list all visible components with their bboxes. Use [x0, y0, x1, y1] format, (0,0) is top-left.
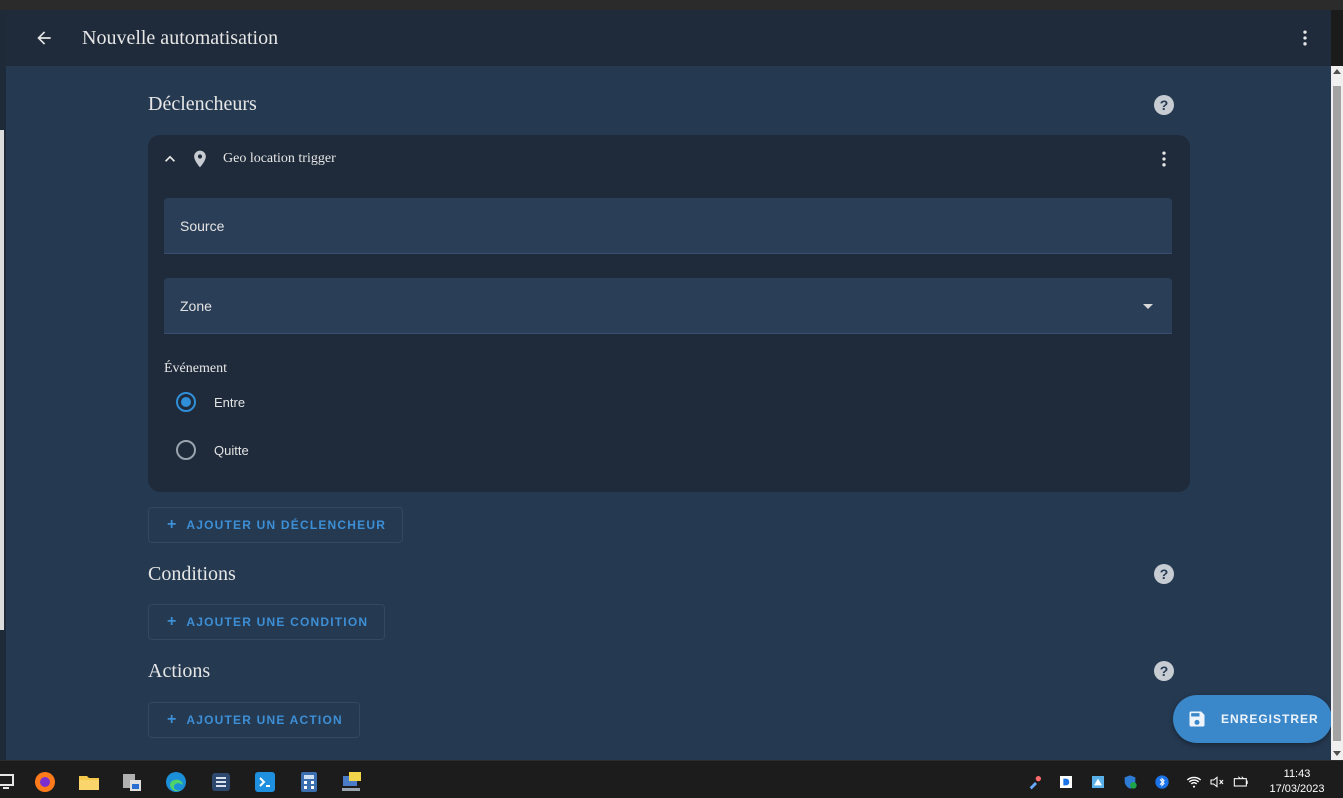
- speaker-muted-icon[interactable]: [1209, 774, 1225, 790]
- security-app-icon[interactable]: [120, 770, 144, 794]
- scrollbar-thumb[interactable]: [1333, 86, 1341, 741]
- add-trigger-button[interactable]: + AJOUTER UN DÉCLENCHEUR: [148, 507, 404, 543]
- trigger-card-title: Geo location trigger: [223, 151, 336, 166]
- dropdown-caret-icon: [1143, 304, 1153, 309]
- taskbar: 11:43 17/03/2023: [0, 760, 1343, 798]
- save-button[interactable]: ENREGISTRER: [1173, 695, 1331, 743]
- back-button[interactable]: [16, 10, 72, 66]
- wifi-icon[interactable]: [1186, 774, 1202, 790]
- zone-select[interactable]: Zone: [164, 278, 1172, 334]
- source-field-label: Source: [180, 218, 225, 234]
- zone-select-label: Zone: [180, 298, 212, 314]
- plus-icon: +: [167, 516, 177, 533]
- page-title: Nouvelle automatisation: [82, 26, 279, 49]
- radio-option-entre[interactable]: Entre: [176, 390, 245, 414]
- tray-app-icon[interactable]: [1027, 774, 1043, 790]
- vertical-scrollbar[interactable]: [1331, 66, 1343, 760]
- trigger-card: Geo location trigger Source Zone Événeme…: [148, 135, 1190, 492]
- actions-section-title: Actions: [148, 660, 211, 682]
- edge-icon[interactable]: [164, 770, 188, 794]
- arrow-left-icon: [37, 31, 51, 45]
- radio-label-quitte: Quitte: [214, 442, 249, 458]
- left-edge-bar: [0, 130, 4, 630]
- dots-vertical-icon: [1303, 30, 1307, 46]
- bluetooth-icon[interactable]: [1154, 774, 1170, 790]
- main-content: Déclencheurs ? Geo location trigger Sour…: [6, 66, 1331, 760]
- window-top-strip: [0, 0, 1343, 10]
- trigger-card-menu-button[interactable]: [1152, 147, 1176, 171]
- scroll-up-arrow-icon[interactable]: [1333, 69, 1341, 74]
- conditions-help-icon[interactable]: ?: [1154, 564, 1174, 584]
- source-field[interactable]: Source: [164, 198, 1172, 254]
- actions-help-icon[interactable]: ?: [1154, 661, 1174, 681]
- radio-button-unchecked[interactable]: [176, 440, 196, 460]
- battery-charging-icon[interactable]: [1233, 774, 1249, 790]
- radio-option-quitte[interactable]: Quitte: [176, 438, 249, 462]
- virtualbox-icon[interactable]: [209, 770, 233, 794]
- app-bar: Nouvelle automatisation: [6, 10, 1331, 66]
- chevron-up-icon[interactable]: [160, 149, 180, 169]
- add-action-label: AJOUTER UNE ACTION: [186, 713, 343, 727]
- add-condition-label: AJOUTER UNE CONDITION: [186, 615, 369, 629]
- firefox-icon[interactable]: [33, 770, 57, 794]
- tray-d-icon[interactable]: [1058, 774, 1074, 790]
- dots-vertical-icon: [1162, 151, 1166, 167]
- clock-date: 17/03/2023: [1269, 783, 1325, 795]
- network-app-icon[interactable]: [340, 770, 364, 794]
- scroll-down-arrow-icon[interactable]: [1333, 751, 1341, 756]
- radio-button-checked[interactable]: [176, 392, 196, 412]
- desktop-icon[interactable]: [0, 770, 20, 794]
- radio-label-entre: Entre: [214, 394, 246, 410]
- vscode-icon[interactable]: [253, 770, 277, 794]
- content-save-icon: [1189, 711, 1205, 727]
- triggers-section-title: Déclencheurs: [148, 93, 257, 115]
- shield-check-icon[interactable]: [1122, 774, 1138, 790]
- triggers-help-icon[interactable]: ?: [1154, 95, 1174, 115]
- tray-network-icon[interactable]: [1090, 774, 1106, 790]
- save-button-label: ENREGISTRER: [1221, 712, 1319, 726]
- file-explorer-icon[interactable]: [77, 770, 101, 794]
- event-label: Événement: [164, 361, 227, 376]
- calculator-icon[interactable]: [297, 770, 321, 794]
- overflow-menu-button[interactable]: [1291, 24, 1319, 52]
- add-condition-button[interactable]: + AJOUTER UNE CONDITION: [148, 604, 386, 640]
- map-marker-icon: [194, 150, 206, 168]
- plus-icon: +: [167, 711, 177, 728]
- clock-time: 11:43: [1283, 768, 1311, 780]
- system-clock[interactable]: 11:43 17/03/2023: [1258, 767, 1336, 797]
- plus-icon: +: [167, 613, 177, 630]
- add-action-button[interactable]: + AJOUTER UNE ACTION: [148, 702, 360, 738]
- add-trigger-label: AJOUTER UN DÉCLENCHEUR: [186, 518, 387, 532]
- conditions-section-title: Conditions: [148, 563, 236, 585]
